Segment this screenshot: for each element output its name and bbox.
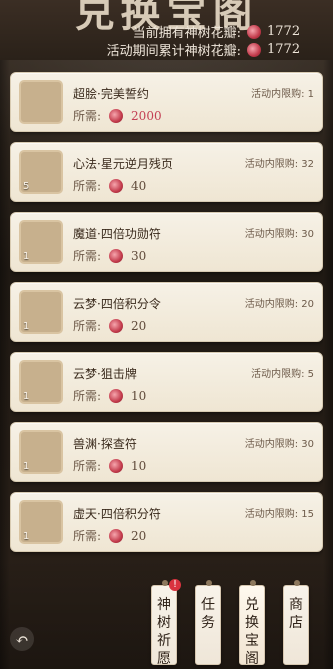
item-purchase-limit: 活动内限购: 15 — [244, 509, 314, 520]
item-price-value: 20 — [131, 318, 147, 333]
item-price-label: 所需: — [73, 249, 102, 263]
item-name: 心法·星元逆月残页 — [73, 157, 173, 171]
nav-tab-exchange[interactable]: 兑换宝阁 — [239, 580, 265, 667]
flower-petal-icon — [109, 318, 124, 333]
item-price: 所需: 20 — [73, 317, 146, 334]
item-name: 云梦·四倍积分令 — [73, 297, 161, 311]
item-count: 5 — [23, 181, 30, 192]
exchange-item-card[interactable]: 5 心法·星元逆月残页 活动内限购: 32 所需: 40 — [10, 142, 323, 202]
nav-tab-label: 任务 — [201, 597, 215, 631]
item-purchase-limit: 活动内限购: 1 — [251, 89, 314, 100]
flower-petal-icon — [109, 458, 124, 473]
item-purchase-limit: 活动内限购: 20 — [244, 299, 314, 310]
notification-badge: ! — [169, 579, 181, 591]
exchange-item-card[interactable]: 1 云梦·狙击牌 活动内限购: 5 所需: 10 — [10, 352, 323, 412]
item-price-value: 2000 — [131, 108, 162, 123]
item-count: 1 — [23, 461, 30, 472]
nav-tab-tasks[interactable]: 任务 — [195, 580, 221, 665]
nav-tab-label: 商店 — [289, 597, 303, 631]
total-petals-value: 1772 — [267, 42, 301, 57]
item-count: 1 — [23, 321, 30, 332]
item-price-value: 10 — [131, 458, 147, 473]
current-petals-label: 当前拥有神树花瓣: — [132, 26, 241, 41]
nav-tab-label: 神树祈愿 — [157, 597, 171, 667]
exchange-item-card[interactable]: 超脍·完美誓约 活动内限购: 1 所需: 2000 — [10, 72, 323, 132]
item-purchase-limit: 活动内限购: 5 — [251, 369, 314, 380]
item-price-value: 10 — [131, 388, 147, 403]
item-name: 云梦·狙击牌 — [73, 367, 137, 381]
current-petals: 当前拥有神树花瓣: 1772 — [132, 22, 300, 41]
nav-tab-wish[interactable]: 神树祈愿 ! — [151, 579, 181, 667]
item-price-label: 所需: — [73, 319, 102, 333]
item-price: 所需: 30 — [73, 247, 146, 264]
item-purchase-limit: 活动内限购: 30 — [244, 439, 314, 450]
flower-petal-icon — [109, 388, 124, 403]
exchange-item-card[interactable]: 1 兽渊·探查符 活动内限购: 30 所需: 10 — [10, 422, 323, 482]
item-thumbnail: 1 — [19, 220, 63, 264]
item-thumbnail: 1 — [19, 360, 63, 404]
item-thumbnail: 1 — [19, 290, 63, 334]
exchange-item-card[interactable]: 1 魔道·四倍功勋符 活动内限购: 30 所需: 30 — [10, 212, 323, 272]
item-name: 虚天·四倍积分符 — [73, 507, 161, 521]
flower-petal-icon — [109, 528, 124, 543]
item-price-label: 所需: — [73, 179, 102, 193]
current-petals-value: 1772 — [267, 24, 301, 39]
total-petals-label: 活动期间累计神树花瓣: — [106, 44, 241, 59]
item-count: 1 — [23, 251, 30, 262]
item-count: 1 — [23, 391, 30, 402]
item-name: 兽渊·探查符 — [73, 437, 137, 451]
item-price-label: 所需: — [73, 109, 102, 123]
item-count: 1 — [23, 531, 30, 542]
header: 兑换宝阁 当前拥有神树花瓣: 1772 活动期间累计神树花瓣: 1772 — [0, 0, 333, 60]
flower-petal-icon — [247, 42, 261, 57]
nav-tab-label: 兑换宝阁 — [245, 597, 259, 667]
flower-petal-icon — [109, 178, 124, 193]
item-price: 所需: 40 — [73, 177, 146, 194]
item-price-value: 40 — [131, 178, 147, 193]
item-price: 所需: 10 — [73, 387, 146, 404]
item-price: 所需: 10 — [73, 457, 146, 474]
item-purchase-limit: 活动内限购: 32 — [244, 159, 314, 170]
item-price-label: 所需: — [73, 459, 102, 473]
item-price-value: 20 — [131, 528, 147, 543]
flower-petal-icon — [247, 24, 261, 39]
item-price: 所需: 2000 — [73, 107, 162, 124]
item-thumbnail — [19, 80, 63, 124]
nav-tab-shop[interactable]: 商店 — [283, 580, 309, 665]
item-name: 超脍·完美誓约 — [73, 87, 149, 101]
flower-petal-icon — [109, 108, 124, 123]
exchange-item-list[interactable]: 超脍·完美誓约 活动内限购: 1 所需: 2000 5 心法·星元逆月残页 活动… — [10, 70, 323, 560]
item-thumbnail: 1 — [19, 430, 63, 474]
item-price-label: 所需: — [73, 529, 102, 543]
item-name: 魔道·四倍功勋符 — [73, 227, 161, 241]
exchange-item-card[interactable]: 1 云梦·四倍积分令 活动内限购: 20 所需: 20 — [10, 282, 323, 342]
item-thumbnail: 5 — [19, 150, 63, 194]
flower-petal-icon — [109, 248, 124, 263]
back-arrow-icon[interactable]: ↶ — [10, 627, 34, 651]
item-thumbnail: 1 — [19, 500, 63, 544]
exchange-item-card[interactable]: 1 虚天·四倍积分符 活动内限购: 15 所需: 20 — [10, 492, 323, 552]
item-price-label: 所需: — [73, 389, 102, 403]
item-price: 所需: 20 — [73, 527, 146, 544]
total-petals: 活动期间累计神树花瓣: 1772 — [106, 40, 300, 59]
item-price-value: 30 — [131, 248, 147, 263]
item-purchase-limit: 活动内限购: 30 — [244, 229, 314, 240]
